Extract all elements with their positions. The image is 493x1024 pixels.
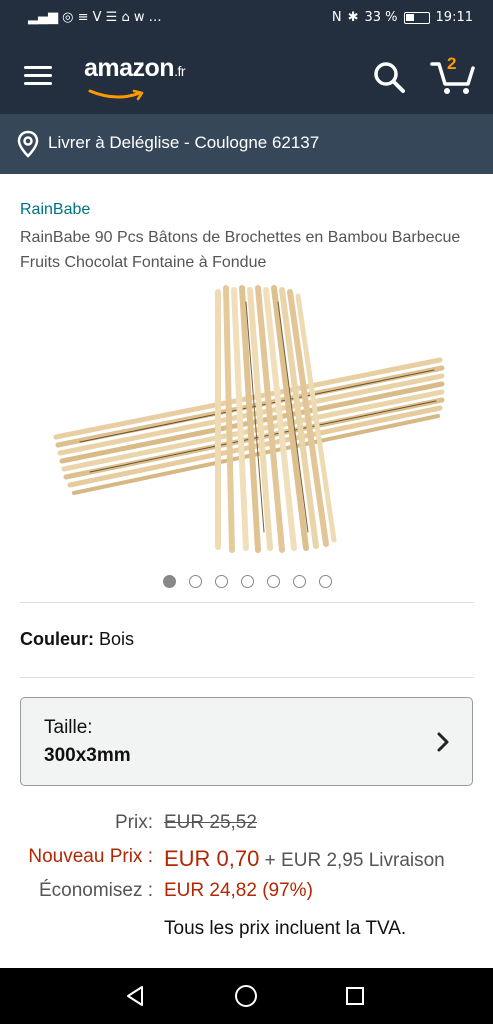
color-value: Bois [99, 629, 135, 649]
amazon-logo[interactable]: amazon.fr [84, 54, 186, 83]
status-right: N ✱ 33 % 19:11 [332, 10, 473, 25]
system-nav-bar [0, 968, 493, 1024]
recent-apps-icon[interactable] [345, 986, 365, 1006]
new-price-row: Nouveau Prix : EUR 0,70 + EUR 2,95 Livra… [0, 846, 493, 876]
chevron-right-icon [437, 732, 449, 752]
battery-percent: 33 % [364, 10, 398, 25]
hamburger-icon[interactable] [24, 66, 52, 86]
search-icon[interactable] [372, 60, 406, 94]
carousel-dot[interactable] [189, 575, 202, 588]
product-title: RainBabe 90 Pcs Bâtons de Brochettes en … [20, 229, 461, 271]
color-selection: Couleur: Bois [20, 629, 134, 650]
logo-smile-icon [88, 89, 144, 101]
brand-link[interactable]: RainBabe [20, 201, 90, 219]
color-label: Couleur: [20, 629, 94, 649]
new-price: EUR 0,70 [164, 846, 260, 871]
old-price: EUR 25,52 [164, 812, 257, 833]
carousel-dot[interactable] [319, 575, 332, 588]
size-value: 300x3mm [44, 745, 131, 766]
size-selector[interactable]: Taille: 300x3mm [20, 697, 473, 786]
status-bar: ▂▄▆ ◎ ≡ V ☰ ⌂ w … N ✱ 33 % 19:11 [0, 0, 493, 38]
savings-label: Économisez : [38, 880, 153, 901]
back-icon[interactable] [124, 984, 148, 1008]
list-price-label: Prix: [115, 812, 153, 833]
image-carousel-dots[interactable] [163, 575, 332, 588]
carousel-dot[interactable] [241, 575, 254, 588]
app-header: amazon.fr 2 [0, 38, 493, 114]
size-label: Taille: [44, 717, 93, 738]
savings-value: EUR 24,82 (97%) [164, 880, 313, 901]
divider [20, 677, 474, 678]
carousel-dot[interactable] [215, 575, 228, 588]
cart-count-badge: 2 [447, 54, 457, 73]
product-image[interactable] [50, 282, 445, 557]
divider [20, 602, 474, 603]
logo-tld: .fr [174, 63, 186, 79]
nfc-icon: N [331, 10, 342, 25]
savings-row: Économisez : EUR 24,82 (97%) [0, 880, 493, 910]
status-icons: ▂▄▆ ◎ ≡ V ☰ ⌂ w … [28, 10, 162, 25]
delivery-location-bar[interactable]: Livrer à Deléglise - Coulogne 62137 [0, 114, 493, 174]
battery-icon [403, 11, 430, 24]
list-price-row: Prix: EUR 25,52 [0, 812, 493, 842]
status-time: 19:11 [435, 10, 473, 25]
location-pin-icon [17, 130, 39, 158]
carousel-dot[interactable] [163, 575, 176, 588]
carousel-dot[interactable] [293, 575, 306, 588]
bluetooth-icon: ✱ [347, 10, 359, 25]
new-price-group: EUR 0,70 + EUR 2,95 Livraison [164, 846, 445, 872]
carousel-dot[interactable] [267, 575, 280, 588]
delivery-address-text: Livrer à Deléglise - Coulogne 62137 [48, 133, 320, 152]
home-icon[interactable] [234, 984, 258, 1008]
logo-main-text: amazon [84, 54, 175, 82]
status-notification-icons: ▂▄▆ ◎ ≡ V ☰ ⌂ w … [28, 10, 162, 25]
shipping-price: + EUR 2,95 Livraison [264, 850, 445, 871]
tva-note: Tous les prix incluent la TVA. [164, 918, 407, 939]
new-price-label: Nouveau Prix : [28, 846, 153, 867]
